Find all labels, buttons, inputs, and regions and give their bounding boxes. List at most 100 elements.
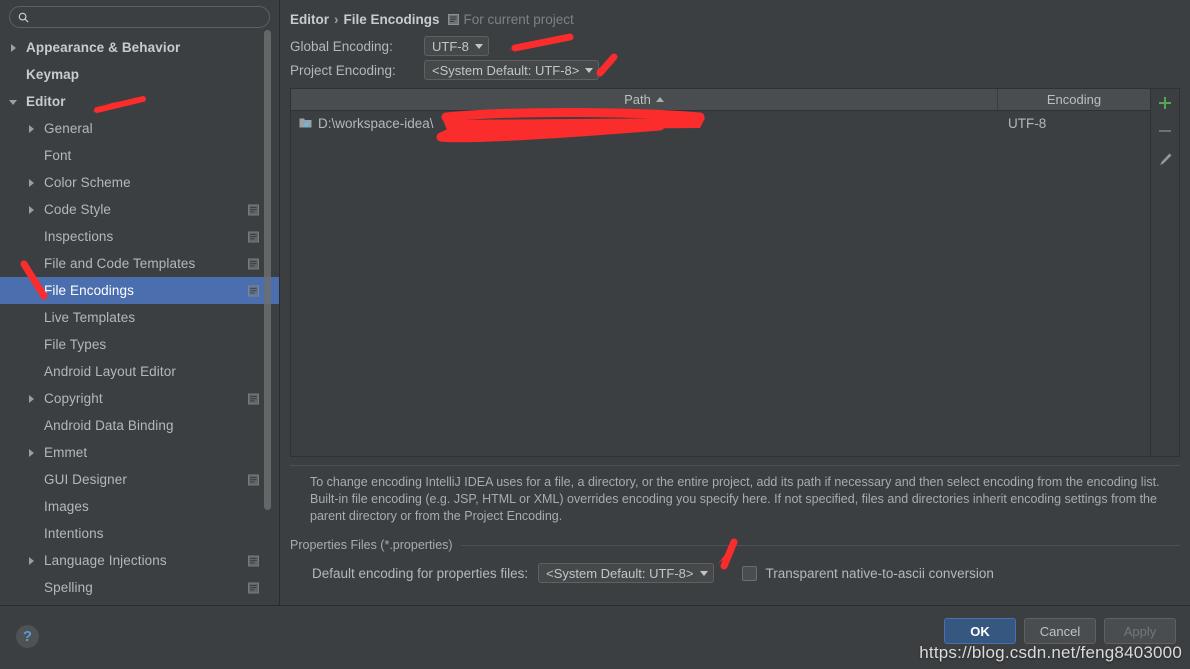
sidebar-item-label: File Encodings [44,283,134,298]
table-toolbar [1150,89,1179,456]
properties-legend: Properties Files (*.properties) [290,538,1180,552]
chevron-right-icon[interactable] [26,447,38,459]
breadcrumb-separator: › [334,11,339,27]
properties-legend-label: Properties Files (*.properties) [290,538,453,552]
sidebar-item-copyright[interactable]: Copyright [0,385,279,412]
minus-icon [1159,130,1171,132]
table-body[interactable]: D:\workspace-idea\ UTF-8 [291,111,1150,456]
sidebar-item-keymap[interactable]: Keymap [0,61,279,88]
chevron-right-icon[interactable] [26,177,38,189]
sidebar-item-file-types[interactable]: File Types [0,331,279,358]
chevron-down-icon[interactable] [8,96,20,108]
sidebar-item-color-scheme[interactable]: Color Scheme [0,169,279,196]
legend-divider [460,544,1180,546]
sidebar-item-editor[interactable]: Editor [0,88,279,115]
settings-tree[interactable]: Appearance & Behavior Keymap Editor General… [0,33,279,605]
sidebar-item-font[interactable]: Font [0,142,279,169]
sidebar-item-label: Editor [26,94,66,109]
sidebar-item-label: General [44,121,93,136]
chevron-right-icon[interactable] [26,204,38,216]
remove-button[interactable] [1154,120,1176,142]
pencil-icon [1159,152,1172,165]
encodings-description: To change encoding IntelliJ IDEA uses fo… [290,465,1180,525]
chevron-down-icon [699,570,708,576]
checkbox-box[interactable] [741,565,757,581]
settings-sidebar: Appearance & Behavior Keymap Editor General… [0,0,280,605]
sidebar-item-android-data-binding[interactable]: Android Data Binding [0,412,279,439]
help-glyph: ? [22,628,33,645]
sidebar-item-general[interactable]: General [0,115,279,142]
sidebar-item-gui-designer[interactable]: GUI Designer [0,466,279,493]
breadcrumb-scope-label: For current project [463,11,574,27]
sidebar-item-intentions[interactable]: Intentions [0,520,279,547]
module-folder-icon [299,118,312,128]
chevron-right-icon[interactable] [26,123,38,135]
chevron-down-icon [474,43,483,49]
footer-buttons: OK Cancel Apply [944,618,1176,644]
search-icon [18,12,29,23]
sidebar-item-live-templates[interactable]: Live Templates [0,304,279,331]
sidebar-item-label: File and Code Templates [44,256,196,271]
global-encoding-dropdown[interactable]: UTF-8 [424,36,489,56]
project-encoding-label: Project Encoding: [290,62,396,78]
edit-button[interactable] [1154,148,1176,170]
global-encoding-row: Global Encoding: UTF-8 [290,34,1180,58]
sidebar-item-label: Language Injections [44,553,167,568]
sidebar-item-label: Code Style [44,202,112,217]
breadcrumb-parent[interactable]: Editor [290,12,329,27]
project-encoding-row: Project Encoding: <System Default: UTF-8… [290,58,1180,82]
sidebar-item-language-injections[interactable]: Language Injections [0,547,279,574]
sidebar-item-spelling[interactable]: Spelling [0,574,279,601]
sidebar-scrollbar-thumb[interactable] [264,30,271,510]
encoding-fields: Global Encoding: UTF-8 Project Encoding:… [290,34,1180,82]
properties-files-section: Properties Files (*.properties) Default … [290,538,1180,583]
chevron-right-icon[interactable] [8,42,20,54]
sidebar-item-file-and-code-templates[interactable]: File and Code Templates [0,250,279,277]
column-header-encoding[interactable]: Encoding [998,89,1150,110]
search-container [0,0,279,33]
sidebar-item-label: Emmet [44,445,88,460]
add-button[interactable] [1154,92,1176,114]
project-scope-icon [248,285,259,296]
sidebar-item-label: Android Layout Editor [44,364,176,379]
encodings-table: Path Encoding D:\workspace-idea\ UTF-8 [291,89,1150,456]
sidebar-scrollbar-track[interactable] [264,0,275,605]
sidebar-item-code-style[interactable]: Code Style [0,196,279,223]
sidebar-item-emmet[interactable]: Emmet [0,439,279,466]
table-cell-encoding[interactable]: UTF-8 [998,116,1150,131]
chevron-right-icon[interactable] [26,555,38,567]
plus-icon [1159,97,1171,109]
column-header-path-label: Path [624,92,651,107]
project-encoding-dropdown[interactable]: <System Default: UTF-8> [424,60,600,80]
search-input[interactable] [29,10,261,24]
table-cell-path: D:\workspace-idea\ [291,116,998,131]
sidebar-item-images[interactable]: Images [0,493,279,520]
settings-dialog: Appearance & Behavior Keymap Editor General… [0,0,1190,669]
chevron-down-icon [585,67,594,73]
search-box[interactable] [9,6,270,28]
transparent-conversion-checkbox[interactable]: Transparent native-to-ascii conversion [741,565,994,581]
default-properties-encoding-dropdown[interactable]: <System Default: UTF-8> [538,563,714,583]
cancel-button[interactable]: Cancel [1024,618,1096,644]
file-encodings-panel: Editor › File Encodings For current proj… [280,0,1190,605]
sidebar-item-file-encodings[interactable]: File Encodings [0,277,279,304]
help-button[interactable]: ? [16,625,39,648]
column-header-path[interactable]: Path [291,89,998,110]
apply-button[interactable]: Apply [1104,618,1176,644]
sort-ascending-icon [655,97,664,102]
breadcrumb-scope-note: For current project [447,11,574,27]
chevron-right-icon[interactable] [26,393,38,405]
dialog-footer: ? OK Cancel Apply [0,605,1190,669]
sidebar-item-inspections[interactable]: Inspections [0,223,279,250]
sidebar-item-android-layout-editor[interactable]: Android Layout Editor [0,358,279,385]
ok-button[interactable]: OK [944,618,1016,644]
sidebar-item-appearance-behavior[interactable]: Appearance & Behavior [0,34,279,61]
table-row[interactable]: D:\workspace-idea\ UTF-8 [291,111,1150,135]
